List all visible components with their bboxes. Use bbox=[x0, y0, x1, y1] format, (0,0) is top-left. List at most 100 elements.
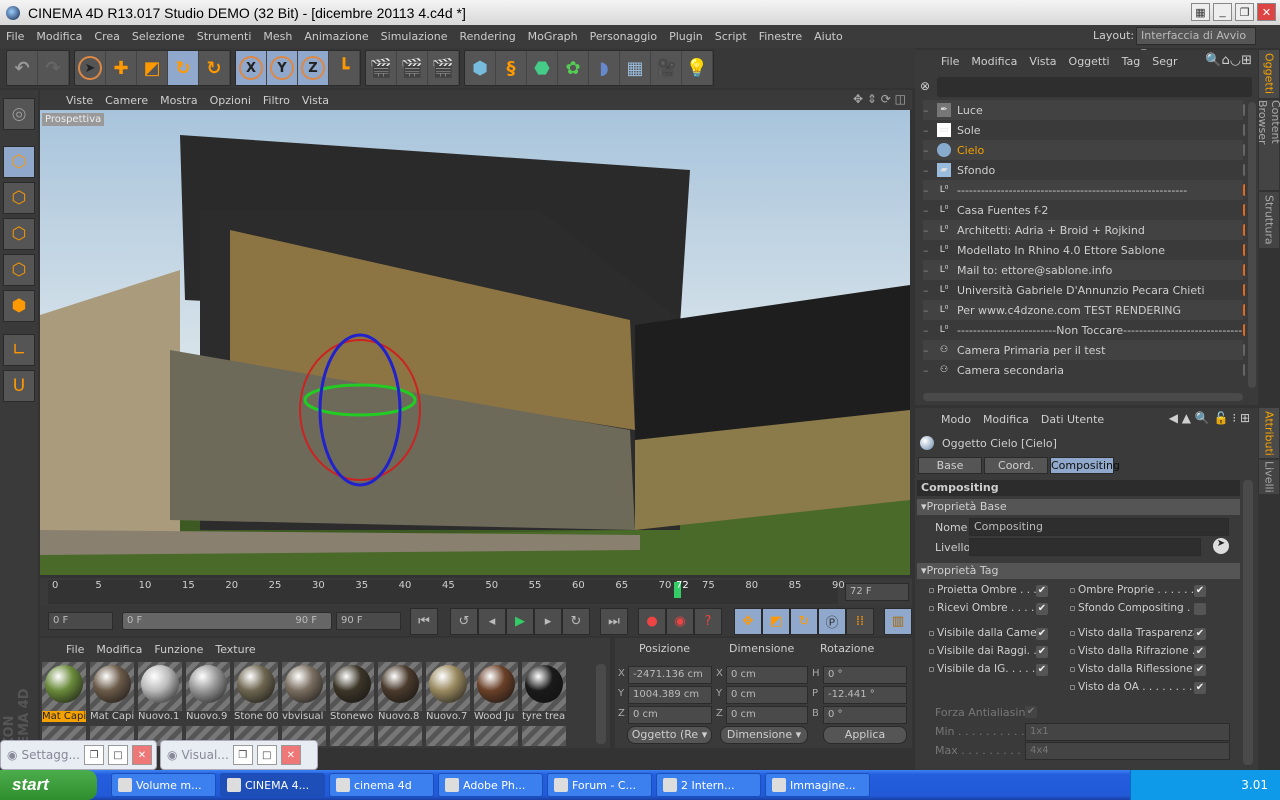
object-row[interactable]: – L⁰ Casa Fuentes f-2 bbox=[923, 200, 1245, 220]
checkbox[interactable] bbox=[1194, 603, 1206, 615]
light-button[interactable]: 💡 bbox=[682, 51, 713, 85]
position-y-field[interactable]: 1004.389 cm bbox=[628, 686, 712, 704]
menu-personaggio[interactable]: Personaggio bbox=[584, 30, 663, 43]
tab-livelli[interactable]: Livelli bbox=[1259, 460, 1279, 494]
previous-frame-button[interactable]: ◂ bbox=[478, 608, 506, 635]
checkbox[interactable]: ✔ bbox=[1036, 664, 1048, 676]
object-menu-oggetti[interactable]: Oggetti bbox=[1063, 55, 1116, 68]
edges-mode-button[interactable]: ⬡ bbox=[3, 254, 35, 286]
viewport-menu-viste[interactable]: Viste bbox=[60, 94, 99, 107]
rotate-tool-button[interactable]: ↻ bbox=[168, 51, 199, 85]
taskbar-item[interactable]: 2 Intern... bbox=[656, 773, 761, 797]
material-scrollbar[interactable] bbox=[596, 664, 606, 744]
object-row[interactable]: – L⁰ Modellato In Rhino 4.0 Ettore Sablone bbox=[923, 240, 1245, 260]
dimension-x-field[interactable]: 0 cm bbox=[726, 666, 808, 684]
object-row[interactable]: – Cielo bbox=[923, 140, 1245, 160]
visibility-dot[interactable] bbox=[1243, 364, 1245, 376]
animate-dot[interactable] bbox=[929, 587, 934, 593]
record-key-button[interactable]: ● bbox=[638, 608, 666, 635]
material-swatch[interactable]: tyre trea bbox=[522, 662, 566, 722]
material-swatch[interactable]: Nuovo.9 bbox=[186, 662, 230, 722]
start-button[interactable]: start bbox=[0, 770, 97, 800]
material-swatch[interactable] bbox=[426, 726, 470, 746]
pick-layer-icon[interactable]: ➤ bbox=[1213, 538, 1229, 554]
key-pla-button[interactable]: ⁞⁞ bbox=[846, 608, 874, 635]
tab-coord[interactable]: Coord. bbox=[984, 457, 1048, 474]
tab-oggetti[interactable]: Oggetti bbox=[1259, 50, 1279, 98]
tab-compositing[interactable]: Compositing bbox=[1050, 457, 1120, 474]
material-swatch[interactable]: Nuovo.8 bbox=[378, 662, 422, 722]
tag-icon[interactable] bbox=[1243, 244, 1245, 256]
material-swatch[interactable]: Stone 00 bbox=[234, 662, 278, 722]
spline-button[interactable]: § bbox=[496, 51, 527, 85]
mini-window-visual[interactable]: ◉ Visual... ❐ □ ✕ bbox=[160, 740, 318, 770]
force-antialiasing-checkbox[interactable]: ✔ bbox=[1025, 706, 1037, 718]
render-settings-button[interactable]: 🎬 bbox=[428, 51, 459, 85]
restore-button[interactable]: ❐ bbox=[232, 745, 253, 765]
next-frame-button[interactable]: ▸ bbox=[534, 608, 562, 635]
object-search-input[interactable] bbox=[937, 77, 1252, 97]
viewport-nav-icons[interactable]: ✥ ⇕ ⟳ ◫ bbox=[853, 92, 906, 106]
checkbox[interactable]: ✔ bbox=[1036, 628, 1048, 640]
rotation-h-field[interactable]: 0 ° bbox=[823, 666, 907, 684]
range-slider[interactable]: 0 F 90 F bbox=[122, 612, 332, 630]
scale-tool-button[interactable]: ◩ bbox=[137, 51, 168, 85]
material-swatch[interactable] bbox=[522, 726, 566, 746]
animate-dot[interactable] bbox=[929, 648, 934, 654]
maximize-button[interactable]: □ bbox=[256, 745, 277, 765]
material-swatch[interactable]: Nuovo.7 bbox=[426, 662, 470, 722]
material-menu-funzione[interactable]: Funzione bbox=[148, 643, 209, 656]
viewport-3d[interactable]: Prospettiva bbox=[40, 110, 910, 575]
animate-dot[interactable] bbox=[1070, 666, 1075, 672]
cube-object-button[interactable]: ⬢ bbox=[465, 51, 496, 85]
checkbox[interactable]: ✔ bbox=[1194, 682, 1206, 694]
tag-icon[interactable] bbox=[1243, 324, 1245, 336]
timeline-ruler[interactable]: 0 5 10 15 20 25 30 35 40 45 50 55 60 65 70 72 75 80 85 90 bbox=[48, 580, 845, 604]
checkbox[interactable]: ✔ bbox=[1194, 664, 1206, 676]
tag-icon[interactable] bbox=[1243, 224, 1245, 236]
tag-properties-header[interactable]: ▾Proprietà Tag bbox=[917, 563, 1240, 579]
taskbar-item[interactable]: Volume m... bbox=[111, 773, 216, 797]
object-scrollbar-horizontal[interactable] bbox=[923, 393, 1243, 401]
object-row[interactable]: – L⁰ Università Gabriele D'Annunzio Pecara… bbox=[923, 280, 1245, 300]
animate-dot[interactable] bbox=[929, 630, 934, 636]
checkbox[interactable]: ✔ bbox=[1036, 646, 1048, 658]
object-menu-segr[interactable]: Segr bbox=[1146, 55, 1183, 68]
menu-strumenti[interactable]: Strumenti bbox=[191, 30, 258, 43]
go-to-end-button[interactable]: ⏭ bbox=[600, 608, 628, 635]
visibility-dot[interactable] bbox=[1243, 124, 1245, 136]
tab-struttura[interactable]: Struttura bbox=[1259, 192, 1279, 248]
recent-tool-button[interactable]: ↻ bbox=[199, 51, 230, 85]
menu-plugin[interactable]: Plugin bbox=[663, 30, 709, 43]
layout-select[interactable]: Interfaccia di Avvio ▾ bbox=[1136, 27, 1256, 58]
visibility-dot[interactable] bbox=[1243, 144, 1245, 156]
x-axis-button[interactable]: X bbox=[236, 51, 267, 85]
z-axis-button[interactable]: Z bbox=[298, 51, 329, 85]
animate-dot[interactable] bbox=[1070, 630, 1075, 636]
tab-base[interactable]: Base bbox=[918, 457, 982, 474]
material-menu-texture[interactable]: Texture bbox=[209, 643, 261, 656]
visibility-dot[interactable] bbox=[1243, 104, 1245, 116]
array-button[interactable]: ✿ bbox=[558, 51, 589, 85]
layer-input[interactable] bbox=[969, 538, 1201, 556]
checkbox[interactable]: ✔ bbox=[1194, 628, 1206, 640]
object-row[interactable]: – L⁰ Mail to: ettore@sablone.info bbox=[923, 260, 1245, 280]
keyframe-selection-button[interactable]: ? bbox=[694, 608, 722, 635]
object-row[interactable]: – ▰ Sfondo bbox=[923, 160, 1245, 180]
animate-dot[interactable] bbox=[1070, 684, 1075, 690]
axis-mode-button[interactable]: ∟ bbox=[3, 334, 35, 366]
object-row[interactable]: – L⁰ Per www.c4dzone.com TEST RENDERING bbox=[923, 300, 1245, 320]
menu-file[interactable]: File bbox=[0, 30, 30, 43]
move-tool-button[interactable]: ✚ bbox=[106, 51, 137, 85]
timeline-window-button[interactable]: ▥ bbox=[884, 608, 912, 635]
object-row[interactable]: – ⚇ Camera secondaria bbox=[923, 360, 1245, 380]
coordinate-system-button[interactable]: ┗ bbox=[329, 51, 360, 85]
taskbar-item[interactable]: cinema 4d bbox=[329, 773, 434, 797]
y-axis-button[interactable]: Y bbox=[267, 51, 298, 85]
material-swatch[interactable]: vbvisual bbox=[282, 662, 326, 722]
object-menu-file[interactable]: File bbox=[935, 55, 965, 68]
dimension-z-field[interactable]: 0 cm bbox=[726, 706, 808, 724]
close-button[interactable]: ✕ bbox=[1257, 3, 1276, 21]
material-menu-modifica[interactable]: Modifica bbox=[90, 643, 148, 656]
attribute-scrollbar[interactable] bbox=[1243, 480, 1253, 765]
